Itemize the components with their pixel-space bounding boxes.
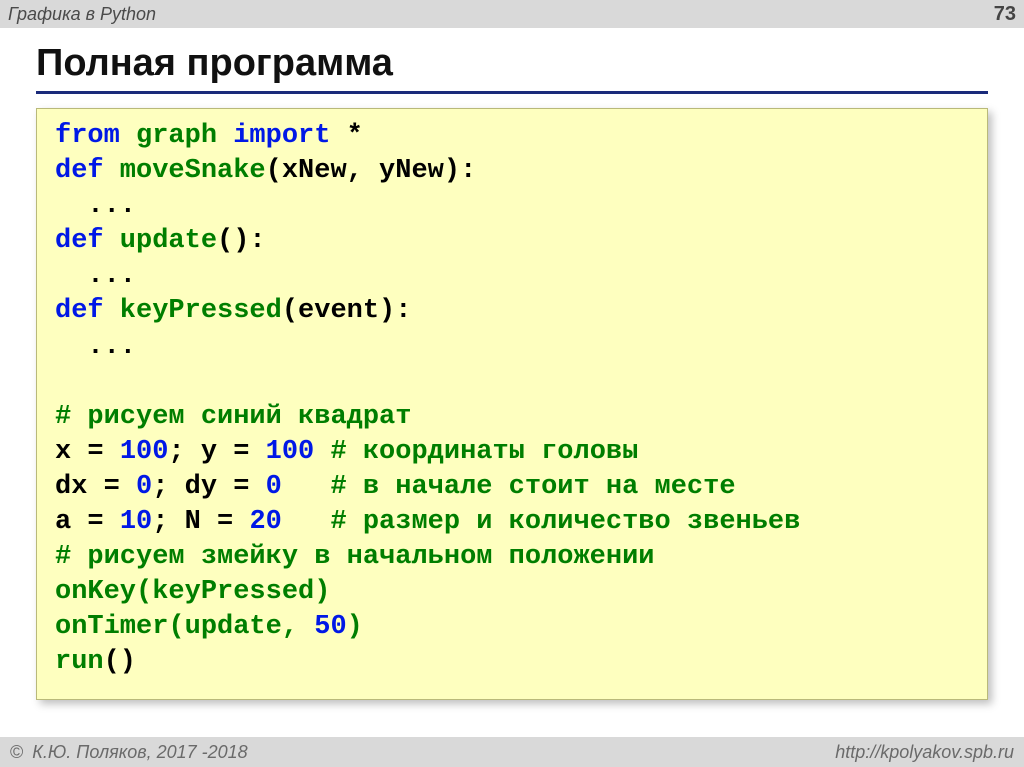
author-text: К.Ю. Поляков, 2017 -2018: [27, 742, 247, 762]
call-onkey: onKey(: [55, 577, 152, 607]
num-10: 10: [120, 507, 152, 537]
num-100b: 100: [266, 437, 315, 467]
call-run: run: [55, 647, 104, 677]
slide-title: Полная программа: [36, 42, 988, 94]
num-0a: 0: [136, 472, 152, 502]
num-0b: 0: [266, 472, 282, 502]
fn-keypressed-args: (event):: [282, 296, 412, 326]
kw-def-2: def: [55, 226, 104, 256]
close-onkey: ): [314, 577, 330, 607]
mod-graph: graph: [120, 121, 233, 151]
ellipsis-3: ...: [55, 332, 136, 362]
ellipsis-1: ...: [55, 191, 136, 221]
comment-4: # размер и количество звеньев: [282, 507, 800, 537]
arg-update: update: [185, 612, 282, 642]
num-100a: 100: [120, 437, 169, 467]
close-ontimer: ): [347, 612, 363, 642]
comment-5: # рисуем змейку в начальном положении: [55, 542, 655, 572]
comment-3: # в начале стоит на месте: [282, 472, 736, 502]
assign-dx: dx =: [55, 472, 136, 502]
kw-def-1: def: [55, 156, 104, 186]
code-box: from graph import * def moveSnake(xNew, …: [36, 108, 988, 700]
fn-update: update: [104, 226, 217, 256]
footer-author: © К.Ю. Поляков, 2017 -2018: [10, 742, 248, 763]
assign-dy: ; dy =: [152, 472, 265, 502]
assign-a: a =: [55, 507, 120, 537]
slide-body: Полная программа from graph import * def…: [0, 28, 1024, 700]
comment-1: # рисуем синий квадрат: [55, 402, 411, 432]
fn-movesnake: moveSnake: [104, 156, 266, 186]
kw-from: from: [55, 121, 120, 151]
star: *: [330, 121, 362, 151]
fn-keypressed: keyPressed: [104, 296, 282, 326]
footer-bar: © К.Ю. Поляков, 2017 -2018 http://kpolya…: [0, 737, 1024, 767]
kw-import: import: [233, 121, 330, 151]
run-parens: (): [104, 647, 136, 677]
num-20: 20: [249, 507, 281, 537]
page-number: 73: [994, 3, 1016, 26]
assign-n: ; N =: [152, 507, 249, 537]
assign-y: ; y =: [168, 437, 265, 467]
copyright-icon: ©: [10, 742, 23, 762]
comment-2: # координаты головы: [314, 437, 638, 467]
comma: ,: [282, 612, 314, 642]
fn-movesnake-args: (xNew, yNew):: [266, 156, 477, 186]
arg-keypressed: keyPressed: [152, 577, 314, 607]
assign-x: x =: [55, 437, 120, 467]
call-ontimer: onTimer(: [55, 612, 185, 642]
header-title: Графика в Python: [8, 4, 156, 25]
header-bar: Графика в Python 73: [0, 0, 1024, 28]
fn-update-args: ():: [217, 226, 266, 256]
footer-url: http://kpolyakov.spb.ru: [835, 742, 1014, 763]
ellipsis-2: ...: [55, 261, 136, 291]
num-50: 50: [314, 612, 346, 642]
kw-def-3: def: [55, 296, 104, 326]
